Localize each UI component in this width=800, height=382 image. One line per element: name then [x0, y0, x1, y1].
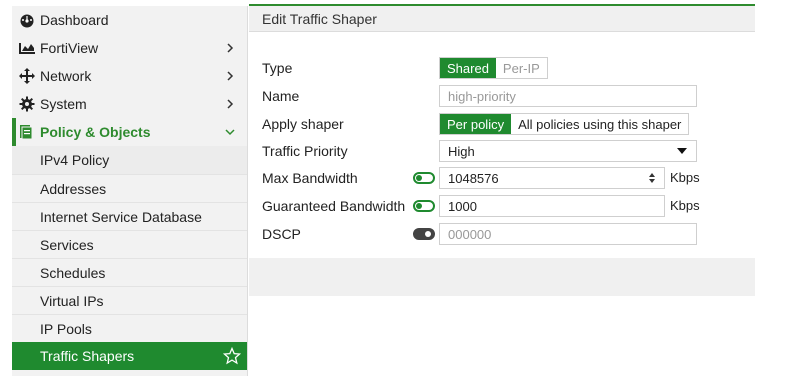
apply-shaper-option-all-policies[interactable]: All policies using this shaper [511, 114, 689, 134]
star-icon[interactable] [223, 347, 241, 365]
sidebar-subitem-label: Virtual IPs [40, 292, 104, 309]
type-option-per-ip[interactable]: Per-IP [495, 58, 547, 78]
type-selector: Shared Per-IP [439, 57, 548, 79]
sidebar-subitem-ip-pools[interactable]: IP Pools [12, 314, 247, 342]
sidebar-subitem-label: IP Pools [40, 320, 92, 337]
traffic-priority-label: Traffic Priority [262, 143, 348, 159]
type-row: Type [262, 56, 412, 80]
sidebar-item-network[interactable]: Network [12, 62, 247, 90]
sidebar-subitem-label: IPv4 Policy [40, 152, 110, 168]
sidebar-item-policy-objects[interactable]: Policy & Objects [12, 118, 247, 146]
sidebar-subitem-label: Addresses [40, 180, 107, 197]
sidebar-subitem-label: Traffic Shapers [40, 348, 135, 364]
sidebar-subitem-label: Schedules [40, 264, 106, 281]
name-placeholder: high-priority [448, 88, 516, 104]
policy-objects-icon [18, 123, 36, 141]
fortiview-icon [18, 39, 36, 57]
sidebar-subitem-addresses[interactable]: Addresses [12, 174, 247, 202]
sidebar-item-label: System [40, 96, 87, 112]
chevron-right-icon [227, 99, 234, 109]
dscp-row: DSCP [262, 222, 412, 246]
sidebar-subitem-label: Services [40, 236, 94, 253]
max-bandwidth-value: 1048576 [448, 170, 499, 186]
traffic-priority-select[interactable]: High [439, 140, 697, 162]
spinner-icon[interactable] [648, 172, 656, 184]
panel-header: Edit Traffic Shaper [249, 6, 755, 32]
chevron-down-icon [225, 129, 235, 136]
dscp-placeholder: 000000 [448, 226, 492, 242]
guaranteed-bandwidth-input[interactable]: 1000 [439, 195, 665, 217]
sidebar-subitem-ipv4-policy[interactable]: IPv4 Policy [12, 146, 247, 174]
max-bandwidth-input[interactable]: 1048576 [439, 167, 665, 189]
apply-shaper-option-per-policy[interactable]: Per policy [440, 114, 512, 134]
main-panel: Edit Traffic Shaper Type Shared Per-IP N… [249, 4, 755, 376]
sidebar-subitem-schedules[interactable]: Schedules [12, 258, 247, 286]
max-bandwidth-label: Max Bandwidth [262, 170, 358, 186]
guaranteed-bandwidth-label: Guaranteed Bandwidth [262, 198, 406, 214]
panel-footer [249, 258, 755, 296]
chevron-right-icon [227, 43, 234, 53]
chevron-right-icon [227, 71, 234, 81]
guaranteed-bandwidth-value: 1000 [448, 198, 477, 214]
network-icon [18, 67, 36, 85]
traffic-shaper-form: Type Shared Per-IP Name high-priority Ap… [249, 32, 755, 256]
sidebar-subitem-services[interactable]: Services [12, 230, 247, 258]
sidebar-item-fortiview[interactable]: FortiView [12, 34, 247, 62]
apply-shaper-row: Apply shaper [262, 112, 412, 136]
type-option-shared[interactable]: Shared [440, 58, 496, 78]
sidebar-item-label: Network [40, 68, 92, 84]
sidebar-item-label: Dashboard [40, 12, 109, 28]
gear-icon [18, 95, 36, 113]
guaranteed-bandwidth-row: Guaranteed Bandwidth [262, 194, 412, 218]
max-bandwidth-row: Max Bandwidth [262, 166, 412, 190]
sidebar-subitem-virtual-ips[interactable]: Virtual IPs [12, 286, 247, 314]
type-label: Type [262, 60, 293, 76]
traffic-priority-value: High [448, 143, 475, 159]
dashboard-icon [18, 11, 36, 29]
sidebar-item-label: Policy & Objects [40, 124, 151, 140]
name-label: Name [262, 88, 300, 104]
guaranteed-bandwidth-unit: Kbps [670, 198, 700, 213]
sidebar: Dashboard FortiView Network System Polic… [12, 6, 248, 376]
dscp-input[interactable]: 000000 [439, 223, 697, 245]
dscp-toggle[interactable] [413, 228, 435, 240]
sidebar-subitem-internet-service-database[interactable]: Internet Service Database [12, 202, 247, 230]
name-row: Name [262, 84, 412, 108]
name-input[interactable]: high-priority [439, 85, 697, 107]
apply-shaper-label: Apply shaper [262, 116, 344, 132]
traffic-priority-row: Traffic Priority [262, 139, 412, 163]
sidebar-item-label: FortiView [40, 40, 99, 56]
toggle-knob [416, 175, 422, 181]
max-bandwidth-toggle[interactable] [413, 172, 435, 184]
apply-shaper-selector: Per policy All policies using this shape… [439, 113, 690, 135]
page-title: Edit Traffic Shaper [262, 10, 377, 27]
caret-down-icon [677, 148, 687, 154]
dscp-label: DSCP [262, 226, 301, 242]
guaranteed-bandwidth-toggle[interactable] [413, 200, 435, 212]
max-bandwidth-unit: Kbps [670, 170, 700, 185]
sidebar-subitem-label: Internet Service Database [40, 208, 202, 225]
sidebar-item-system[interactable]: System [12, 90, 247, 118]
sidebar-item-dashboard[interactable]: Dashboard [12, 6, 247, 34]
sidebar-subitem-traffic-shapers[interactable]: Traffic Shapers [12, 342, 247, 370]
toggle-knob [425, 231, 431, 237]
toggle-knob [416, 203, 422, 209]
